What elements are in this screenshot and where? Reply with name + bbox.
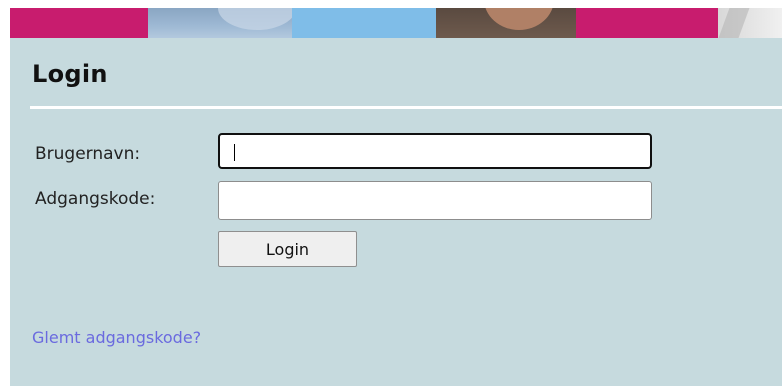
title-divider <box>30 106 782 109</box>
banner-photo-3 <box>718 8 782 38</box>
banner-blue-block <box>292 8 436 38</box>
page-title: Login <box>32 60 108 88</box>
banner-magenta-block-2 <box>576 8 718 38</box>
text-caret <box>234 144 235 161</box>
password-input[interactable] <box>218 181 652 220</box>
banner-photo-2 <box>436 8 576 38</box>
password-label: Adgangskode: <box>35 189 156 209</box>
login-button[interactable]: Login <box>218 231 357 267</box>
banner-magenta-block <box>10 8 148 38</box>
forgot-password-link[interactable]: Glemt adgangskode? <box>32 328 201 347</box>
username-label: Brugernavn: <box>35 144 141 164</box>
login-page: Login Brugernavn: Adgangskode: Login Gle… <box>0 0 782 386</box>
header-photo-banner <box>10 8 782 38</box>
username-input[interactable] <box>218 133 652 169</box>
login-panel: Login Brugernavn: Adgangskode: Login Gle… <box>10 38 782 386</box>
banner-photo-1 <box>148 8 296 38</box>
